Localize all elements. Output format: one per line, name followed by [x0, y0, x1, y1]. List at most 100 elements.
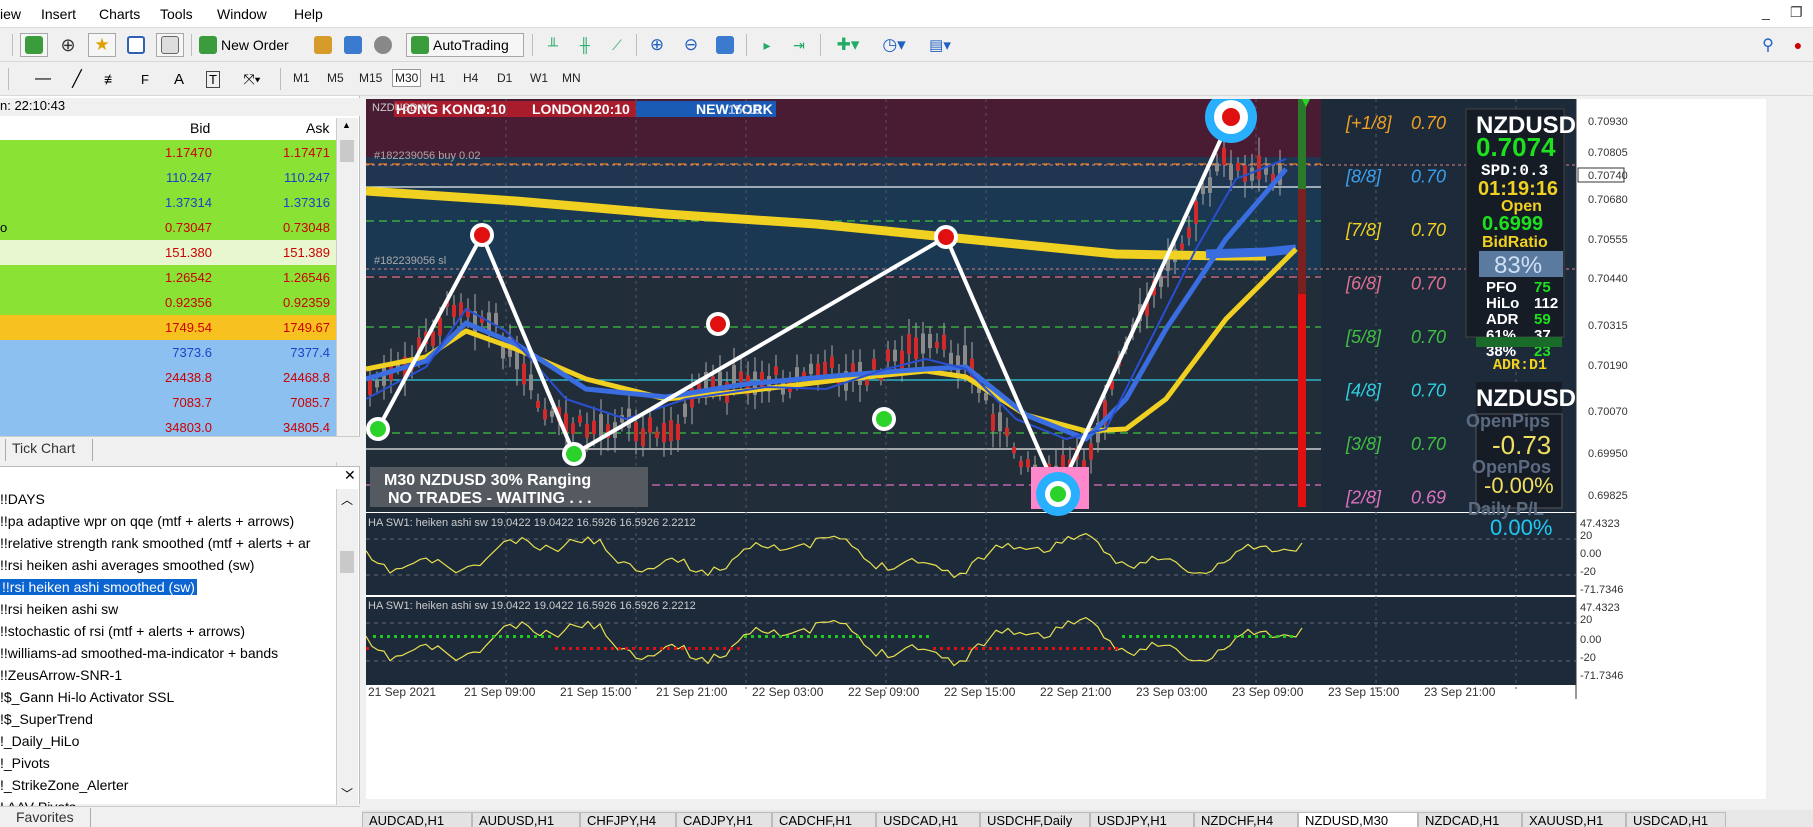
tf-m30[interactable]: M30: [392, 69, 422, 87]
chart-tab[interactable]: CADJPY,H1: [676, 812, 772, 827]
chart-tab[interactable]: USDCHF,Daily: [980, 812, 1090, 827]
quote-row[interactable]: o 0.73047 0.73048: [0, 215, 336, 240]
navigator-item[interactable]: !_Pivots: [0, 755, 50, 771]
price-chart[interactable]: HONG KONG0:10 LONDON 20:10 NEW YORK15:10NZD…: [366, 99, 1766, 799]
navigator-button[interactable]: [122, 33, 150, 57]
tf-mn[interactable]: MN: [562, 71, 581, 85]
crosshair-button[interactable]: ⊕: [54, 33, 82, 57]
fibo-button[interactable]: F: [132, 67, 158, 91]
search-button[interactable]: ⚲: [1756, 33, 1780, 57]
signals-button[interactable]: [370, 33, 396, 57]
bar-chart-button[interactable]: ╨: [540, 33, 566, 57]
quote-row[interactable]: 24438.8 24468.8: [0, 365, 336, 390]
candlestick-button[interactable]: ╫: [572, 33, 598, 57]
navigator-item[interactable]: !!DAYS: [0, 491, 45, 507]
favorites-button[interactable]: ★: [88, 33, 116, 57]
zoom-out-button[interactable]: ⊖: [678, 33, 704, 57]
chart-tab[interactable]: NZDUSD,M30: [1298, 812, 1418, 827]
menu-tools[interactable]: Tools: [160, 6, 193, 22]
market-button[interactable]: [340, 33, 366, 57]
scroll-down-icon: ﹀: [341, 787, 354, 801]
navigator-item[interactable]: !!rsi heiken ashi averages smoothed (sw): [0, 557, 254, 573]
hline-button[interactable]: —: [30, 67, 56, 91]
indicators-button[interactable]: ✚▾: [828, 33, 868, 57]
navigator-item[interactable]: !!relative strength rank smoothed (mtf +…: [0, 535, 310, 551]
trendline-button[interactable]: ╱: [64, 67, 90, 91]
close-icon[interactable]: ✕: [344, 467, 356, 484]
tf-m1[interactable]: M1: [293, 71, 310, 85]
tile-windows-button[interactable]: [712, 33, 738, 57]
line-chart-button[interactable]: ⟋: [604, 33, 630, 57]
chart-tab[interactable]: CADCHF,H1: [772, 812, 876, 827]
chart-tab[interactable]: NZDCHF,H4: [1194, 812, 1298, 827]
chart-tab[interactable]: CHFJPY,H4: [580, 812, 676, 827]
quote-row[interactable]: 1749.54 1749.67: [0, 315, 336, 340]
tf-m15[interactable]: M15: [359, 71, 382, 85]
navigator-item[interactable]: !!rsi heiken ashi sw: [0, 601, 118, 617]
navigator-item[interactable]: !_Daily_HiLo: [0, 733, 79, 749]
restore-button[interactable]: ❐: [1790, 4, 1803, 21]
metaeditor-button[interactable]: [310, 33, 336, 57]
templates-button[interactable]: ▤▾: [920, 33, 960, 57]
menu-help[interactable]: Help: [294, 6, 323, 22]
chart-tab[interactable]: XAUUSD,H1: [1522, 812, 1626, 827]
chart-tab[interactable]: USDJPY,H1: [1090, 812, 1194, 827]
tab-favorites[interactable]: Favorites: [16, 809, 74, 825]
crosshair-icon: ⊕: [60, 34, 76, 55]
autotrading-button[interactable]: AutoTrading: [406, 33, 524, 57]
notifications-button[interactable]: ●: [1786, 33, 1810, 57]
navigator-item[interactable]: !$_SuperTrend: [0, 711, 93, 727]
zoom-in-button[interactable]: ⊕: [644, 33, 670, 57]
tf-h4[interactable]: H4: [463, 71, 478, 85]
navigator-item[interactable]: !!rsi heiken ashi smoothed (sw): [0, 579, 197, 595]
navigator-item[interactable]: !!ZeusArrow-SNR-1: [0, 667, 122, 683]
ask-column-header[interactable]: Ask: [306, 120, 329, 140]
quote-row[interactable]: 110.247 110.247: [0, 165, 336, 190]
navigator-item[interactable]: !$_Gann Hi-lo Activator SSL: [0, 689, 174, 705]
tf-h1[interactable]: H1: [430, 71, 445, 85]
menu-window[interactable]: Window: [217, 6, 267, 22]
chart-shift-button[interactable]: ⇥: [786, 33, 812, 57]
chart-window[interactable]: HONG KONG 0:10 LONDON 20:10 NEW YORK 15:10 NZD…: [366, 99, 1766, 799]
quote-row[interactable]: 1.26542 1.26546: [0, 265, 336, 290]
text-button[interactable]: A: [166, 67, 192, 91]
navigator-item[interactable]: !_StrikeZone_Alerter: [0, 777, 128, 793]
indicator-2-histogram: [989, 647, 992, 650]
chart-tab[interactable]: USDCAD,H1: [1626, 812, 1726, 827]
menu-insert[interactable]: Insert: [41, 6, 76, 22]
tester-button[interactable]: [156, 33, 184, 57]
chart-tab[interactable]: NZDCAD,H1: [1418, 812, 1522, 827]
chart-tab[interactable]: USDCAD,H1: [876, 812, 980, 827]
menu-bar: iew Insert Charts Tools Window Help _ ❐: [0, 0, 1813, 28]
chart-tab[interactable]: AUDCAD,H1: [362, 812, 472, 827]
quote-row[interactable]: 1.37314 1.37316: [0, 190, 336, 215]
channel-button[interactable]: ≢: [98, 67, 124, 91]
chart-tab[interactable]: AUDUSD,H1: [472, 812, 580, 827]
navigator-item[interactable]: !!pa adaptive wpr on qqe (mtf + alerts +…: [0, 513, 294, 529]
quote-row[interactable]: 1.17470 1.17471: [0, 140, 336, 165]
tf-d1[interactable]: D1: [497, 71, 512, 85]
candle-body: [536, 401, 540, 408]
arrows-button[interactable]: ⤧▾: [234, 67, 270, 91]
scroll-thumb[interactable]: [340, 551, 354, 573]
tf-w1[interactable]: W1: [530, 71, 548, 85]
quote-row[interactable]: 7083.7 7085.7: [0, 390, 336, 415]
tab-tick-chart[interactable]: Tick Chart: [12, 440, 75, 456]
new-chart-button[interactable]: [20, 33, 48, 57]
quote-row[interactable]: 7373.6 7377.4: [0, 340, 336, 365]
navigator-item[interactable]: !!stochastic of rsi (mtf + alerts + arro…: [0, 623, 245, 639]
periods-button[interactable]: ◷▾: [874, 33, 914, 57]
new-order-button[interactable]: New Order: [198, 33, 310, 57]
navigator-scrollbar[interactable]: ︿ ﹀: [336, 489, 358, 805]
label-button[interactable]: T: [200, 67, 226, 91]
quote-row[interactable]: 151.380 151.389: [0, 240, 336, 265]
tf-m5[interactable]: M5: [327, 71, 344, 85]
navigator-item[interactable]: !!williams-ad smoothed-ma-indicator + ba…: [0, 645, 278, 661]
minimize-button[interactable]: _: [1762, 4, 1770, 20]
quote-row[interactable]: 0.92356 0.92359: [0, 290, 336, 315]
menu-view[interactable]: iew: [0, 6, 21, 22]
scroll-thumb[interactable]: [340, 140, 354, 162]
autoscroll-button[interactable]: ▸: [754, 33, 780, 57]
menu-charts[interactable]: Charts: [99, 6, 140, 22]
bid-column-header[interactable]: Bid: [190, 120, 210, 140]
